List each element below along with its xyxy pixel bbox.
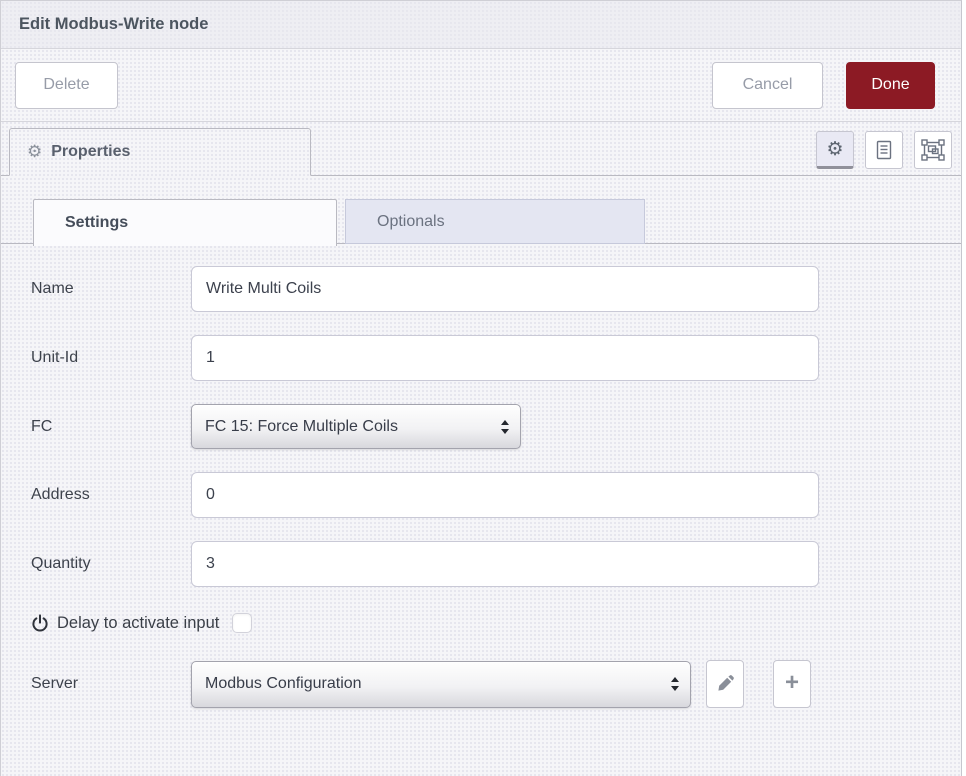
delay-row: Delay to activate input xyxy=(31,613,931,633)
editor-tab-buttons: ⚙ xyxy=(816,131,952,169)
dialog-title: Edit Modbus-Write node xyxy=(19,15,208,34)
gear-icon: ⚙ xyxy=(27,144,42,161)
editor-tab-bar: ⚙ Properties ⚙ xyxy=(1,122,961,176)
delay-label: Delay to activate input xyxy=(57,614,219,633)
plus-icon: + xyxy=(785,671,799,695)
fc-select[interactable]: FC 15: Force Multiple Coils xyxy=(191,404,521,449)
optionals-tab-label: Optionals xyxy=(377,213,445,231)
server-label: Server xyxy=(31,675,191,693)
dialog-header: Edit Modbus-Write node xyxy=(1,1,961,49)
fc-label: FC xyxy=(31,418,191,436)
quantity-label: Quantity xyxy=(31,555,191,573)
appearance-icon xyxy=(921,139,945,161)
server-row: Server Modbus Configuration + xyxy=(31,660,931,708)
edit-node-dialog: Edit Modbus-Write node Delete Cancel Don… xyxy=(0,0,962,776)
quantity-input[interactable] xyxy=(191,541,819,587)
address-row: Address xyxy=(31,472,931,518)
name-input[interactable] xyxy=(191,266,819,312)
settings-tab-label: Settings xyxy=(65,214,128,232)
cancel-button[interactable]: Cancel xyxy=(712,62,823,109)
address-input[interactable] xyxy=(191,472,819,518)
delay-checkbox[interactable] xyxy=(232,613,252,633)
unit-id-row: Unit-Id xyxy=(31,335,931,381)
properties-tab-button[interactable]: ⚙ xyxy=(816,131,854,169)
dialog-toolbar: Delete Cancel Done xyxy=(1,49,961,122)
server-add-button[interactable]: + xyxy=(773,660,811,708)
tab-properties[interactable]: ⚙ Properties xyxy=(9,128,311,176)
updown-arrows-icon xyxy=(500,419,510,435)
power-icon xyxy=(31,614,49,633)
quantity-row: Quantity xyxy=(31,541,931,587)
delete-button[interactable]: Delete xyxy=(15,62,118,109)
gear-icon: ⚙ xyxy=(826,140,843,159)
settings-tab-bar: Settings Optionals xyxy=(1,199,961,244)
tab-optionals[interactable]: Optionals xyxy=(345,199,645,244)
updown-arrows-icon xyxy=(670,676,680,692)
fc-select-value: FC 15: Force Multiple Coils xyxy=(205,418,398,436)
server-select-value: Modbus Configuration xyxy=(205,675,362,693)
name-label: Name xyxy=(31,280,191,298)
address-label: Address xyxy=(31,486,191,504)
unit-id-label: Unit-Id xyxy=(31,349,191,367)
server-edit-button[interactable] xyxy=(706,660,744,708)
description-icon xyxy=(874,139,894,161)
unit-id-input[interactable] xyxy=(191,335,819,381)
appearance-tab-button[interactable] xyxy=(914,131,952,169)
server-select[interactable]: Modbus Configuration xyxy=(191,661,691,708)
fc-row: FC FC 15: Force Multiple Coils xyxy=(31,404,931,449)
name-row: Name xyxy=(31,266,931,312)
description-tab-button[interactable] xyxy=(865,131,903,169)
pencil-icon xyxy=(716,675,734,693)
properties-tab-label: Properties xyxy=(51,143,130,161)
tab-settings[interactable]: Settings xyxy=(33,199,337,246)
done-button[interactable]: Done xyxy=(846,62,935,109)
settings-panel: Name Unit-Id FC FC 15: Force Multiple Co… xyxy=(1,244,961,708)
